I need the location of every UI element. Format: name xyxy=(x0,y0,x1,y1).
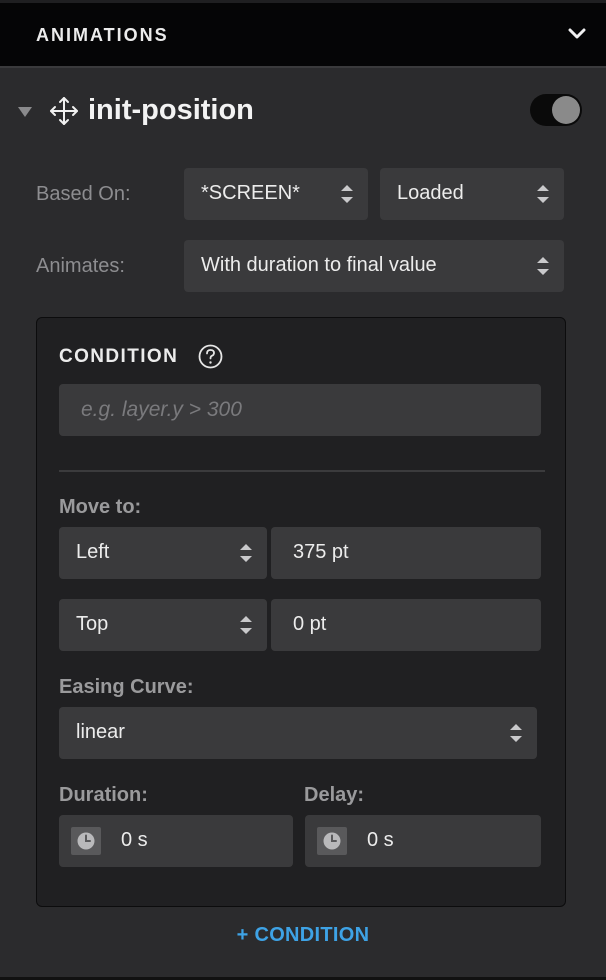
animation-header-row: init-position xyxy=(0,90,606,134)
duration-input[interactable]: 0 s xyxy=(59,815,293,867)
easing-curve-label: Easing Curve: xyxy=(59,676,194,698)
move-property-select-top[interactable]: Top xyxy=(59,599,267,651)
select-arrows-icon xyxy=(537,257,549,275)
move-to-label: Move to: xyxy=(59,496,142,518)
select-arrows-icon xyxy=(240,616,252,634)
help-icon[interactable] xyxy=(198,344,223,369)
duration-value: 0 s xyxy=(121,829,148,851)
condition-input[interactable]: e.g. layer.y > 300 xyxy=(59,384,541,436)
clock-icon xyxy=(317,827,347,855)
select-arrows-icon xyxy=(537,185,549,203)
animations-header[interactable]: ANIMATIONS xyxy=(0,0,606,68)
add-condition-button[interactable]: + CONDITION xyxy=(0,924,606,947)
based-on-event-value: Loaded xyxy=(397,182,464,204)
animation-enabled-toggle[interactable] xyxy=(530,94,582,126)
based-on-label: Based On: xyxy=(36,183,131,205)
animation-panel: init-position Based On: *SCREEN* Loaded … xyxy=(0,68,606,980)
chevron-down-icon[interactable] xyxy=(568,27,586,41)
duration-label: Duration: xyxy=(59,784,148,806)
section-title: ANIMATIONS xyxy=(36,25,169,45)
easing-curve-select[interactable]: linear xyxy=(59,707,537,759)
based-on-screen-select[interactable]: *SCREEN* xyxy=(184,168,368,220)
delay-value: 0 s xyxy=(367,829,394,851)
clock-icon xyxy=(71,827,101,855)
move-value-input-top[interactable]: 0 pt xyxy=(271,599,541,651)
move-property-value: Left xyxy=(76,541,110,563)
condition-title: CONDITION xyxy=(59,346,179,367)
move-value-input-left[interactable]: 375 pt xyxy=(271,527,541,579)
divider xyxy=(59,470,545,472)
toggle-knob xyxy=(552,96,580,124)
select-arrows-icon xyxy=(341,185,353,203)
select-arrows-icon xyxy=(510,724,522,742)
move-arrows-icon xyxy=(50,97,78,125)
delay-input[interactable]: 0 s xyxy=(305,815,541,867)
delay-label: Delay: xyxy=(304,784,365,806)
animates-label: Animates: xyxy=(36,255,125,277)
animates-value: With duration to final value xyxy=(201,254,437,276)
collapse-triangle-icon[interactable] xyxy=(17,106,33,118)
move-property-value: Top xyxy=(76,613,109,635)
animation-name[interactable]: init-position xyxy=(88,94,254,127)
condition-placeholder: e.g. layer.y > 300 xyxy=(81,398,242,421)
easing-curve-value: linear xyxy=(76,721,125,743)
move-value: 0 pt xyxy=(293,613,327,635)
move-property-select-left[interactable]: Left xyxy=(59,527,267,579)
based-on-screen-value: *SCREEN* xyxy=(201,182,300,204)
select-arrows-icon xyxy=(240,544,252,562)
based-on-event-select[interactable]: Loaded xyxy=(380,168,564,220)
move-value: 375 pt xyxy=(293,541,349,563)
animates-select[interactable]: With duration to final value xyxy=(184,240,564,292)
condition-box: CONDITION e.g. layer.y > 300 Move to: Le… xyxy=(36,317,566,907)
